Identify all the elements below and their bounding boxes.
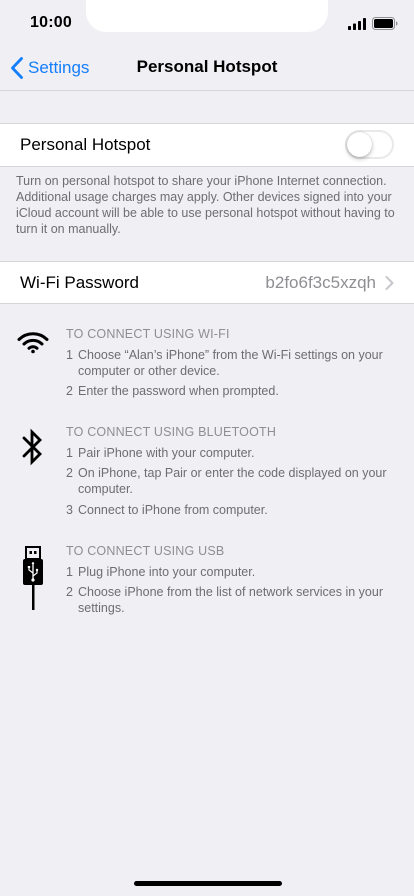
- bluetooth-icon: [22, 428, 42, 466]
- instruction-step: 2 Choose iPhone from the list of network…: [66, 584, 396, 616]
- step-text: On iPhone, tap Pair or enter the code di…: [78, 466, 387, 496]
- phone-screen: 10:00 Settings Personal Hotspot Personal…: [0, 0, 414, 896]
- step-text: Plug iPhone into your computer.: [78, 565, 256, 579]
- wifi-instructions-title: TO CONNECT USING WI-FI: [66, 327, 230, 341]
- step-text: Enter the password when prompted.: [78, 384, 279, 398]
- navigation-bar: Settings Personal Hotspot: [0, 46, 414, 91]
- usb-icon: [23, 546, 43, 610]
- instruction-step: 2 On iPhone, tap Pair or enter the code …: [66, 465, 396, 497]
- step-number: 1: [66, 446, 73, 460]
- usb-instructions-title: TO CONNECT USING USB: [66, 544, 225, 558]
- page-title: Personal Hotspot: [136, 57, 278, 76]
- step-text: Choose “Alan’s iPhone” from the Wi-Fi se…: [78, 348, 383, 378]
- wifi-password-value: b2fo6f3c5xzqh: [265, 273, 376, 292]
- step-number: 2: [66, 585, 73, 599]
- wifi-password-label: Wi-Fi Password: [20, 273, 140, 292]
- step-number: 1: [66, 348, 73, 362]
- instruction-step: 1 Choose “Alan’s iPhone” from the Wi-Fi …: [66, 347, 396, 379]
- notch: [86, 0, 328, 32]
- personal-hotspot-toggle[interactable]: [345, 130, 394, 159]
- instruction-step: 2 Enter the password when prompted.: [66, 383, 396, 399]
- instruction-step: 1 Plug iPhone into your computer.: [66, 564, 396, 580]
- step-text: Pair iPhone with your computer.: [78, 446, 255, 460]
- personal-hotspot-cell: Personal Hotspot: [0, 123, 414, 167]
- toggle-knob: [347, 132, 372, 157]
- step-number: 2: [66, 384, 73, 398]
- battery-icon: [372, 17, 398, 30]
- wifi-password-cell[interactable]: Wi-Fi Password b2fo6f3c5xzqh: [0, 261, 414, 304]
- bluetooth-instructions-title: TO CONNECT USING BLUETOOTH: [66, 425, 277, 439]
- personal-hotspot-label: Personal Hotspot: [20, 135, 151, 154]
- step-number: 1: [66, 565, 73, 579]
- step-text: Choose iPhone from the list of network s…: [78, 585, 383, 615]
- step-number: 3: [66, 503, 73, 517]
- wifi-icon: [17, 332, 49, 354]
- instruction-step: 1 Pair iPhone with your computer.: [66, 445, 396, 461]
- chevron-right-icon: [385, 276, 394, 290]
- hotspot-description: Turn on personal hotspot to share your i…: [16, 174, 395, 236]
- status-time: 10:00: [30, 14, 72, 31]
- step-text: Connect to iPhone from computer.: [78, 503, 268, 517]
- step-number: 2: [66, 466, 73, 480]
- instruction-step: 3 Connect to iPhone from computer.: [66, 502, 396, 518]
- cellular-signal-icon: [348, 18, 366, 30]
- status-bar: 10:00: [0, 0, 414, 46]
- home-indicator[interactable]: [134, 881, 282, 886]
